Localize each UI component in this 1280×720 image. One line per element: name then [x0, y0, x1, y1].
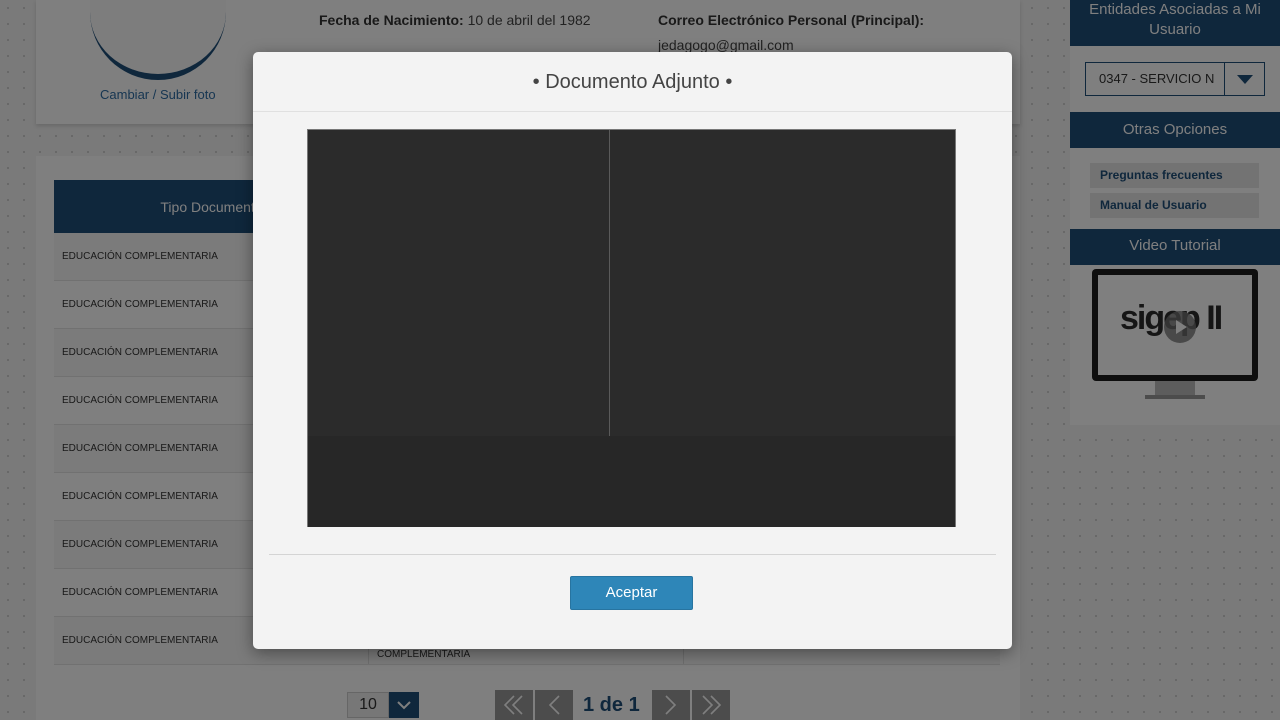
document-viewer[interactable]: [307, 129, 956, 527]
viewer-lower-area: [308, 436, 955, 527]
accept-button[interactable]: Aceptar: [570, 576, 693, 610]
modal-title: • Documento Adjunto •: [253, 52, 1012, 112]
viewer-divider: [609, 130, 610, 436]
attached-document-modal: • Documento Adjunto • Aceptar: [253, 52, 1012, 649]
modal-footer-divider: [269, 554, 996, 555]
